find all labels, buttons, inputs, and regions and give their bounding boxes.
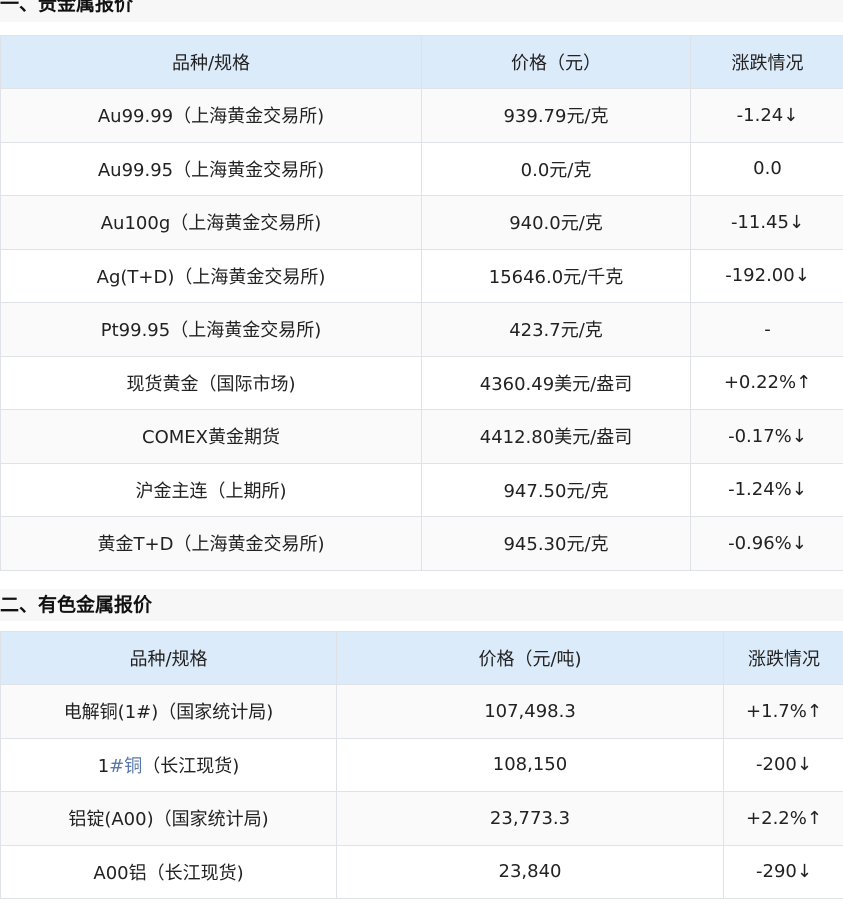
variety-cell: Ag(T+D)（上海黄金交易所) (0, 248, 422, 303)
variety-cell: A00铝（长江现货) (0, 844, 337, 899)
column-header-price: 价格（元） (421, 35, 691, 89)
table-row: 黄金T+D（上海黄金交易所) 945.30元/克 -0.96%↓ (0, 516, 843, 571)
change-cell: +1.7%↑ (723, 684, 843, 739)
table-row: A00铝（长江现货) 23,840 -290↓ (0, 844, 843, 899)
price-cell: 947.50元/克 (421, 462, 691, 517)
variety-prefix: 1 (97, 755, 110, 777)
variety-cell: 电解铜(1#)（国家统计局) (0, 684, 337, 739)
column-header-variety: 品种/规格 (0, 631, 337, 685)
price-cell: 4412.80美元/盎司 (421, 409, 691, 464)
change-cell: -0.96%↓ (690, 516, 843, 571)
table-row: Au99.95（上海黄金交易所) 0.0元/克 0.0 (0, 141, 843, 196)
table-row: Au99.99（上海黄金交易所) 939.79元/克 -1.24↓ (0, 88, 843, 143)
change-cell: +2.2%↑ (723, 791, 843, 846)
column-header-price: 价格（元/吨) (336, 631, 724, 685)
variety-cell: 现货黄金（国际市场) (0, 355, 422, 410)
column-header-change: 涨跌情况 (723, 631, 843, 685)
change-cell: 0.0 (690, 141, 843, 196)
variety-cell: Au99.95（上海黄金交易所) (0, 141, 422, 196)
price-cell: 423.7元/克 (421, 302, 691, 357)
table-row: Pt99.95（上海黄金交易所) 423.7元/克 - (0, 302, 843, 357)
section-title-nonferrous-metals: 二、有色金属报价 (0, 589, 843, 621)
change-cell: -290↓ (723, 844, 843, 899)
change-cell: -1.24↓ (690, 88, 843, 143)
change-cell: -192.00↓ (690, 248, 843, 303)
column-header-change: 涨跌情况 (690, 35, 843, 89)
variety-cell: Au100g（上海黄金交易所) (0, 195, 422, 250)
variety-cell: Au99.99（上海黄金交易所) (0, 88, 422, 143)
table-row: Au100g（上海黄金交易所) 940.0元/克 -11.45↓ (0, 195, 843, 250)
change-cell: -1.24%↓ (690, 462, 843, 517)
table-row: 现货黄金（国际市场) 4360.49美元/盎司 +0.22%↑ (0, 355, 843, 410)
change-cell: - (690, 302, 843, 357)
variety-cell: Pt99.95（上海黄金交易所) (0, 302, 422, 357)
price-cell: 4360.49美元/盎司 (421, 355, 691, 410)
table-header-row: 品种/规格 价格（元/吨) 涨跌情况 (0, 631, 843, 685)
price-cell: 108,150 (336, 737, 724, 792)
table-header-row: 品种/规格 价格（元） 涨跌情况 (0, 35, 843, 89)
table-row: Ag(T+D)（上海黄金交易所) 15646.0元/千克 -192.00↓ (0, 248, 843, 303)
section-title-precious-metals: 一、贵金属报价 (0, 0, 843, 22)
price-cell: 940.0元/克 (421, 195, 691, 250)
nonferrous-metals-table: 品种/规格 价格（元/吨) 涨跌情况 电解铜(1#)（国家统计局) 107,49… (0, 631, 843, 899)
price-cell: 23,773.3 (336, 791, 724, 846)
table-row: COMEX黄金期货 4412.80美元/盎司 -0.17%↓ (0, 409, 843, 464)
table-row: 沪金主连（上期所) 947.50元/克 -1.24%↓ (0, 462, 843, 517)
price-cell: 107,498.3 (336, 684, 724, 739)
table-row: 电解铜(1#)（国家统计局) 107,498.3 +1.7%↑ (0, 684, 843, 739)
variety-suffix: （长江现货) (142, 755, 240, 777)
price-cell: 945.30元/克 (421, 516, 691, 571)
table-row: 1#铜（长江现货) 108,150 -200↓ (0, 737, 843, 792)
change-cell: +0.22%↑ (690, 355, 843, 410)
price-cell: 939.79元/克 (421, 88, 691, 143)
change-cell: -0.17%↓ (690, 409, 843, 464)
price-cell: 23,840 (336, 844, 724, 899)
price-cell: 0.0元/克 (421, 141, 691, 196)
change-cell: -11.45↓ (690, 195, 843, 250)
precious-metals-table: 品种/规格 价格（元） 涨跌情况 Au99.99（上海黄金交易所) 939.79… (0, 35, 843, 571)
column-header-variety: 品种/规格 (0, 35, 422, 89)
variety-cell: 1#铜（长江现货) (0, 737, 337, 792)
table-row: 铝锭(A00)（国家统计局) 23,773.3 +2.2%↑ (0, 791, 843, 846)
copper-link[interactable]: #铜 (109, 756, 142, 777)
variety-cell: 沪金主连（上期所) (0, 462, 422, 517)
price-cell: 15646.0元/千克 (421, 248, 691, 303)
variety-cell: 铝锭(A00)（国家统计局) (0, 791, 337, 846)
variety-cell: COMEX黄金期货 (0, 409, 422, 464)
variety-cell: 黄金T+D（上海黄金交易所) (0, 516, 422, 571)
change-cell: -200↓ (723, 737, 843, 792)
